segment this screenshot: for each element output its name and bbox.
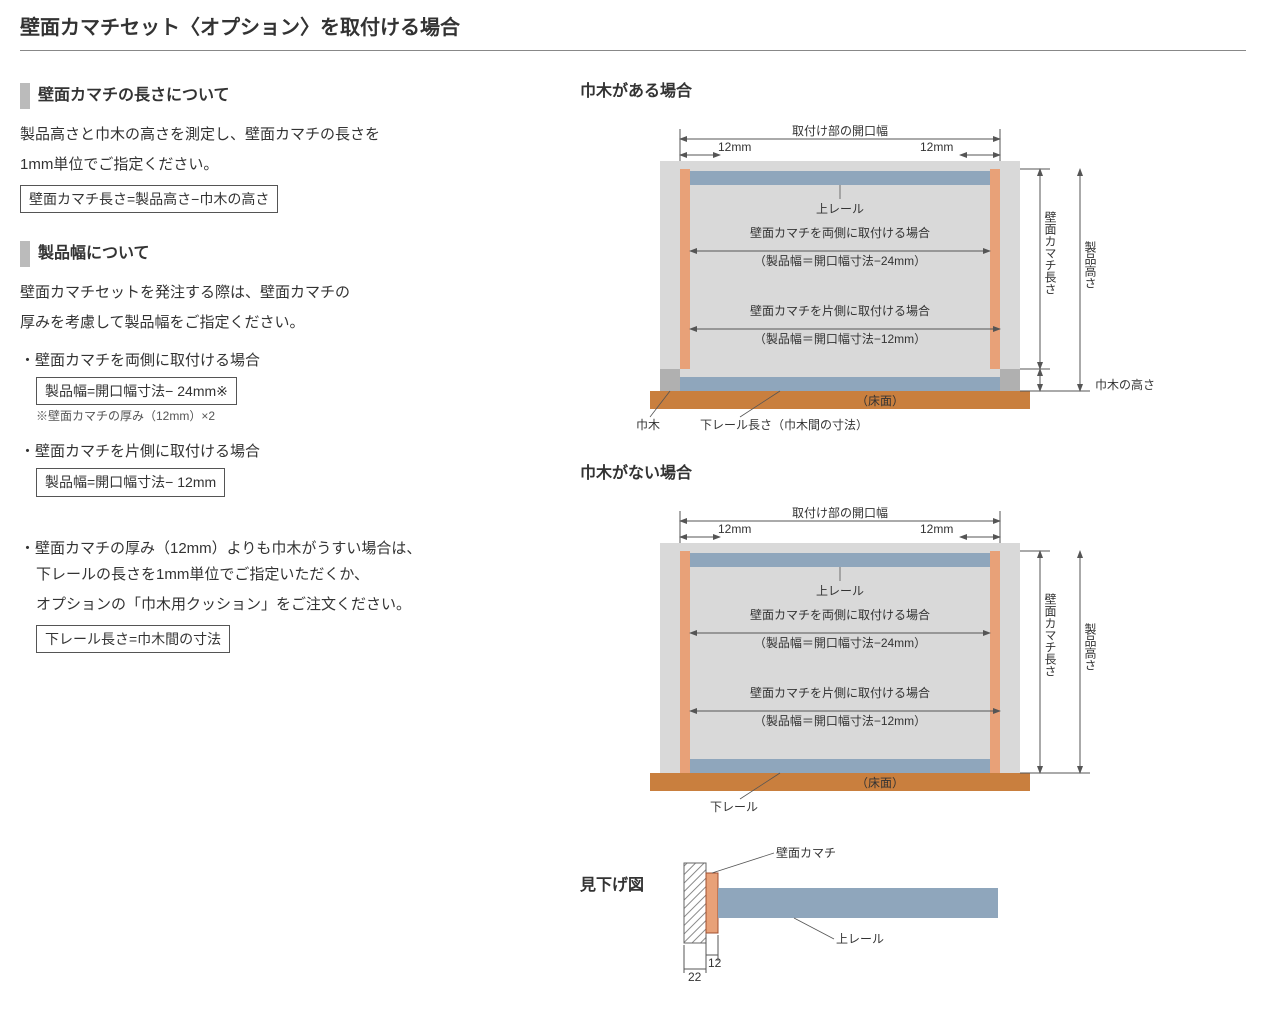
section2-text-1: 壁面カマチセットを発注する際は、壁面カマチの	[20, 281, 540, 305]
section2-text-2: 厚みを考慮して製品幅をご指定ください。	[20, 311, 540, 335]
page-title: 壁面カマチセット〈オプション〉を取付ける場合	[20, 12, 1246, 51]
bullet-one-side: ・壁面カマチを片側に取付ける場合	[20, 440, 540, 464]
label-product-height-2: 製品高さ	[1083, 622, 1097, 670]
section1-text-1: 製品高さと巾木の高さを測定し、壁面カマチの長さを	[20, 123, 540, 147]
bullet-thin-skirting-3: オプションの「巾木用クッション」をご注文ください。	[36, 593, 540, 617]
diagram-with-skirting: 巾木がある場合	[580, 79, 1246, 437]
label-wall-kamachi: 壁面カマチ	[776, 845, 836, 860]
bullet-thin-skirting-1: ・壁面カマチの厚み（12mm）よりも巾木がうすい場合は、	[20, 537, 540, 561]
label-floor-1: （床面）	[856, 394, 904, 408]
bullet-thin-skirting-2: 下レールの長さを1mm単位でご指定いただくか、	[36, 563, 540, 587]
label-upper-rail-3: 上レール	[836, 932, 884, 946]
label-both-1a: 壁面カマチを両側に取付ける場合	[750, 225, 930, 240]
label-floor-2: （床面）	[856, 776, 904, 790]
label-skirting: 巾木	[636, 418, 660, 431]
label-one-1b: （製品幅＝開口幅寸法−12mm）	[754, 331, 926, 346]
label-skirting-height: 巾木の高さ	[1095, 377, 1155, 392]
label-kamachi-len-2: 壁面カマチ長さ	[1043, 591, 1057, 676]
label-12mm-right-2: 12mm	[920, 522, 953, 536]
label-one-1a: 壁面カマチを片側に取付ける場合	[750, 303, 930, 318]
label-opening-width: 取付け部の開口幅	[792, 123, 888, 138]
label-lower-rail-2: 下レール	[710, 800, 758, 813]
label-one-2a: 壁面カマチを片側に取付ける場合	[750, 685, 930, 700]
label-12mm-left: 12mm	[718, 140, 751, 154]
label-upper-rail-2: 上レール	[816, 584, 864, 598]
diagram3-svg: 壁面カマチ 上レール 12 22	[664, 843, 1064, 983]
bullet-both-sides: ・壁面カマチを両側に取付ける場合	[20, 349, 540, 373]
diagram1-svg: 取付け部の開口幅 12mm 12mm 上レール 壁面カマチを両側に取付ける場合 …	[580, 111, 1180, 431]
label-12mm-right: 12mm	[920, 140, 953, 154]
diagram-without-skirting: 巾木がない場合 取付け部の開口幅 12mm 12mm 上レール 壁面カマ	[580, 461, 1246, 819]
diagram2-svg: 取付け部の開口幅 12mm 12mm 上レール 壁面カマチを両側に取付ける場合 …	[580, 493, 1180, 813]
section1-formula: 壁面カマチ長さ=製品高さ−巾木の高さ	[20, 185, 278, 213]
diagram2-title: 巾木がない場合	[580, 461, 1246, 487]
label-dim-22: 22	[688, 970, 702, 983]
diagram-top-view: 見下げ図 壁面カマチ 上レール	[580, 843, 1246, 983]
section2-head: 製品幅について	[20, 241, 540, 267]
label-12mm-left-2: 12mm	[718, 522, 751, 536]
formula-lower-rail: 下レール長さ=巾木間の寸法	[36, 625, 230, 653]
label-dim-12: 12	[708, 956, 722, 970]
label-both-2b: （製品幅＝開口幅寸法−24mm）	[754, 635, 926, 650]
diagram3-title: 見下げ図	[580, 873, 644, 899]
label-upper-rail-1: 上レール	[816, 202, 864, 216]
diagram1-title: 巾木がある場合	[580, 79, 1246, 105]
label-opening-width-2: 取付け部の開口幅	[792, 505, 888, 520]
formula-one-side: 製品幅=開口幅寸法− 12mm	[36, 468, 225, 496]
label-one-2b: （製品幅＝開口幅寸法−12mm）	[754, 713, 926, 728]
section1-text-2: 1mm単位でご指定ください。	[20, 153, 540, 177]
note-thickness: ※壁面カマチの厚み（12mm）×2	[36, 407, 540, 426]
label-product-height-1: 製品高さ	[1083, 240, 1097, 288]
content-columns: 壁面カマチの長さについて 製品高さと巾木の高さを測定し、壁面カマチの長さを 1m…	[20, 75, 1246, 1007]
formula-both-sides: 製品幅=開口幅寸法− 24mm※	[36, 377, 237, 405]
right-column: 巾木がある場合	[580, 75, 1246, 1007]
label-both-1b: （製品幅＝開口幅寸法−24mm）	[754, 253, 926, 268]
label-lower-rail-len: 下レール長さ（巾木間の寸法）	[700, 418, 868, 431]
label-both-2a: 壁面カマチを両側に取付ける場合	[750, 607, 930, 622]
left-column: 壁面カマチの長さについて 製品高さと巾木の高さを測定し、壁面カマチの長さを 1m…	[20, 75, 540, 1007]
section1-head: 壁面カマチの長さについて	[20, 83, 540, 109]
label-kamachi-len-1: 壁面カマチ長さ	[1043, 209, 1057, 294]
